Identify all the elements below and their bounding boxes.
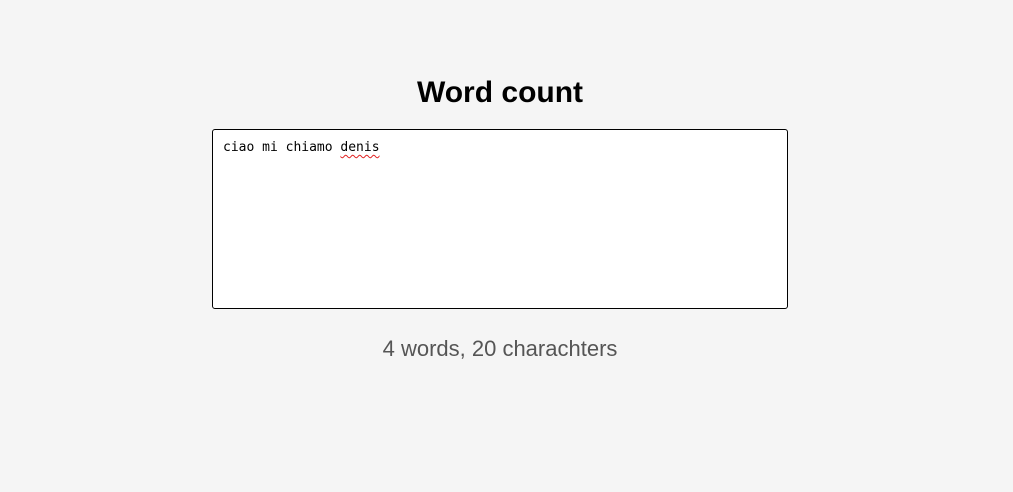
- page-title: Word count: [416, 76, 584, 109]
- editor-text: ciao mi chiamo: [223, 140, 341, 155]
- text-input-area[interactable]: ciao mi chiamo denis: [212, 129, 788, 309]
- word-count-page: Word count ciao mi chiamo denis 4 words,…: [0, 0, 1013, 492]
- misspelled-word[interactable]: denis: [340, 140, 379, 155]
- word-count-summary: 4 words, 20 charachters: [382, 336, 618, 361]
